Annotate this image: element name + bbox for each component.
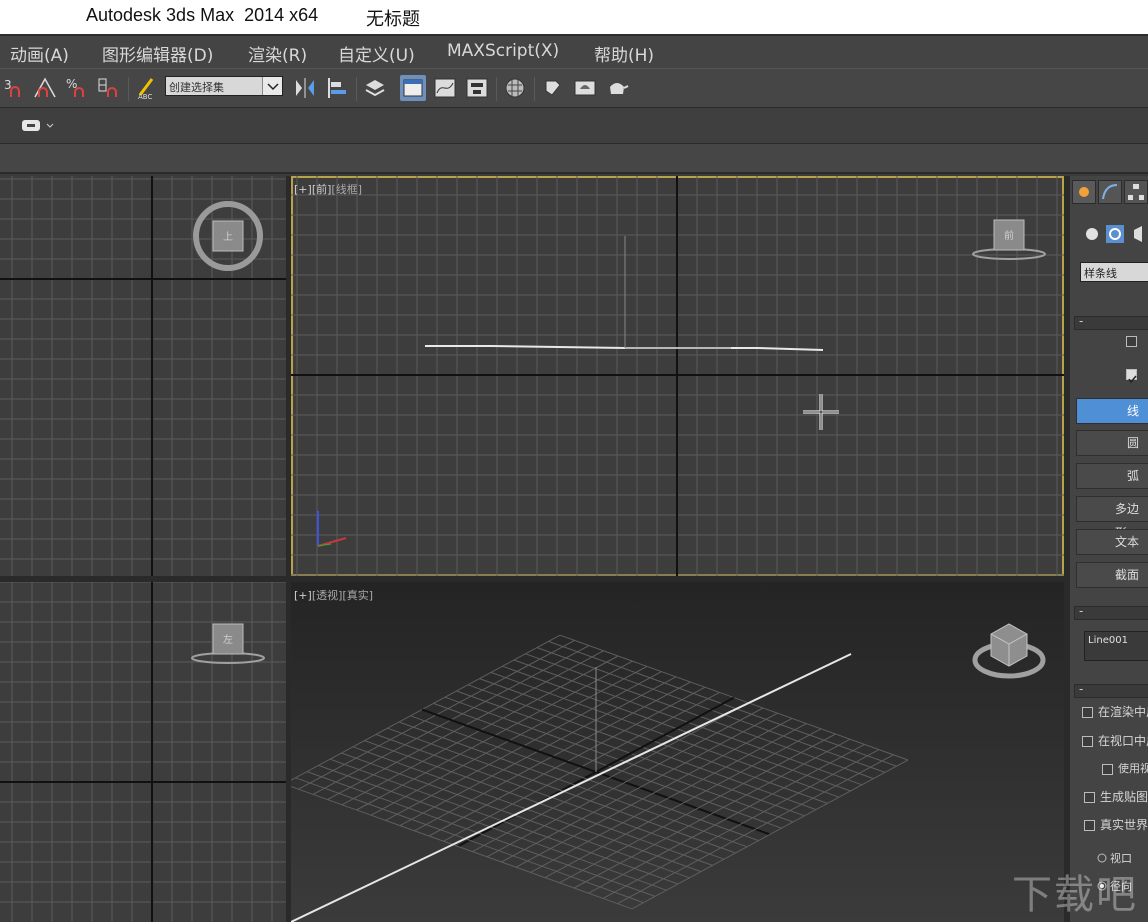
front-viewport-label[interactable]: [+][前][线框]	[294, 181, 362, 197]
snap-3d-icon[interactable]: 3	[2, 75, 28, 101]
viewcube-left-label: 左	[223, 633, 233, 646]
mirror-icon[interactable]	[292, 75, 318, 101]
toolbar-separator	[534, 77, 535, 101]
category-dropdown[interactable]: 样条线	[1080, 262, 1148, 282]
viewport-view-menu[interactable]: [前]	[312, 183, 332, 196]
ribbon-bar	[0, 108, 1148, 144]
spline-line-perspective	[291, 653, 852, 922]
viewport-area: 上 前 [+][前][线框] 左 [+][透视][真实]	[0, 176, 1068, 922]
front-viewcube[interactable]: 前	[972, 219, 1046, 260]
schematic-view-icon[interactable]	[464, 75, 490, 101]
enable-in-viewport-label: 在视口中启用	[1098, 734, 1148, 748]
menu-customize[interactable]: 自定义(U)	[338, 41, 415, 66]
layer-manager-icon[interactable]	[362, 75, 388, 101]
generate-mapping-checkbox[interactable]	[1084, 792, 1095, 803]
svg-text:ABC: ABC	[138, 93, 152, 101]
geometry-icon[interactable]	[1086, 228, 1098, 240]
enable-in-renderer-label: 在渲染中启用	[1098, 705, 1148, 719]
autogrid-checkbox[interactable]	[1126, 336, 1137, 347]
ribbon-panel	[0, 144, 1148, 174]
enable-in-renderer-checkbox[interactable]	[1082, 707, 1093, 718]
curve-editor-icon[interactable]	[432, 75, 458, 101]
edit-named-selection-icon[interactable]: ABC	[134, 75, 160, 101]
app-title: Autodesk 3ds Max 2014 x64	[86, 5, 319, 25]
use-viewport-settings-label: 使用视口设置	[1118, 762, 1148, 775]
front-overlays: 前	[317, 219, 1046, 547]
toolbar-separator	[496, 77, 497, 101]
chevron-down-icon[interactable]	[262, 77, 282, 95]
hierarchy-tab-icon[interactable]	[1124, 180, 1148, 204]
app-window: Autodesk 3ds Max 2014 x64 无标题 动画(A) 图形编辑…	[0, 0, 1148, 922]
menu-help[interactable]: 帮助(H)	[594, 41, 654, 66]
viewcube-top-label: 上	[223, 231, 233, 243]
spinner-snap-icon[interactable]	[96, 75, 122, 101]
lights-icon[interactable]	[1134, 226, 1142, 242]
toolbar-separator	[128, 77, 129, 101]
viewport-view-menu[interactable]: [透视]	[312, 589, 343, 602]
render-setup-icon[interactable]	[540, 75, 566, 101]
watermark-logo: 下载吧	[1012, 872, 1138, 918]
align-icon[interactable]	[324, 75, 350, 101]
angle-snap-icon[interactable]	[32, 75, 58, 101]
render-production-teapot-icon[interactable]	[604, 75, 630, 101]
use-viewport-settings-checkbox[interactable]	[1102, 764, 1113, 775]
name-color-rollout[interactable]: -	[1074, 604, 1148, 620]
line-button[interactable]: 线	[1076, 398, 1148, 424]
document-title: 无标题	[366, 9, 420, 29]
menu-rendering[interactable]: 渲染(R)	[248, 41, 307, 66]
start-new-shape-checkbox[interactable]	[1126, 369, 1137, 384]
create-category-icons[interactable]	[1080, 220, 1148, 250]
object-type-rollout[interactable]: -	[1074, 314, 1148, 330]
perspective-viewport-label[interactable]: [+][透视][真实]	[294, 587, 373, 603]
ngon-button[interactable]: 多边形	[1076, 496, 1148, 540]
radio-viewport[interactable]	[1097, 853, 1107, 863]
create-tab-icon[interactable]	[1072, 180, 1096, 204]
section-button[interactable]: 截面	[1076, 562, 1148, 588]
viewport-front[interactable]: 前 [+][前][线框]	[291, 176, 1064, 576]
modify-tab-icon[interactable]	[1098, 180, 1122, 204]
real-world-map-label: 真实世界贴图大小	[1100, 818, 1148, 832]
percent-snap-icon[interactable]: %	[64, 75, 90, 101]
viewport-perspective[interactable]: [+][透视][真实]	[291, 582, 1064, 922]
left-viewcube[interactable]: 左	[0, 582, 286, 922]
ribbon-toggle-icon[interactable]	[20, 118, 60, 134]
axis-tripod-x	[317, 537, 347, 547]
viewport-plus-menu[interactable]: [+]	[294, 589, 312, 602]
object-name-value: Line001	[1088, 635, 1128, 646]
perspective-overlays	[291, 623, 1046, 922]
command-panel: 样条线 - 线 圆 弧 多边形 文本 截面 - Line001 - 在渲染中启用…	[1068, 176, 1148, 922]
menu-bar: 动画(A) 图形编辑器(D) 渲染(R) 自定义(U) MAXScript(X)…	[0, 34, 1148, 68]
rendering-rollout[interactable]: -	[1074, 682, 1148, 698]
circle-button[interactable]: 圆	[1076, 430, 1148, 456]
perspective-viewcube[interactable]	[972, 623, 1046, 679]
main-toolbar: 3 % ABC 创建选择集	[0, 68, 1148, 108]
menu-maxscript[interactable]: MAXScript(X)	[447, 41, 559, 61]
viewport-left[interactable]: 左	[0, 582, 286, 922]
enable-in-viewport-checkbox[interactable]	[1082, 736, 1093, 747]
viewport-shading-menu[interactable]: [真实]	[342, 589, 373, 602]
named-selection-dropdown[interactable]: 创建选择集	[165, 76, 283, 96]
shapes-icon[interactable]	[1106, 225, 1124, 243]
material-editor-icon[interactable]	[502, 75, 528, 101]
viewport-plus-menu[interactable]: [+]	[294, 183, 312, 196]
viewport-top[interactable]: 上	[0, 176, 286, 576]
viewcube-front-label: 前	[1004, 229, 1014, 242]
spline-line	[425, 345, 824, 351]
title-bar: Autodesk 3ds Max 2014 x64 无标题	[0, 0, 1148, 34]
crosshair-cursor-icon	[803, 394, 839, 430]
generate-mapping-label: 生成贴图坐标	[1100, 790, 1148, 804]
named-selection-value: 创建选择集	[169, 81, 224, 94]
viewport-shading-menu[interactable]: [线框]	[331, 183, 362, 196]
top-viewcube[interactable]: 上	[0, 176, 286, 576]
scene-explorer-icon[interactable]	[400, 75, 426, 101]
menu-animation[interactable]: 动画(A)	[10, 41, 69, 66]
toolbar-separator	[356, 77, 357, 101]
category-value: 样条线	[1084, 267, 1117, 280]
arc-button[interactable]: 弧	[1076, 463, 1148, 489]
text-button[interactable]: 文本	[1076, 529, 1148, 555]
menu-graph-editors[interactable]: 图形编辑器(D)	[102, 41, 213, 66]
real-world-map-checkbox[interactable]	[1084, 820, 1095, 831]
object-name-field[interactable]: Line001	[1084, 631, 1148, 661]
rendered-frame-window-icon[interactable]	[572, 75, 598, 101]
